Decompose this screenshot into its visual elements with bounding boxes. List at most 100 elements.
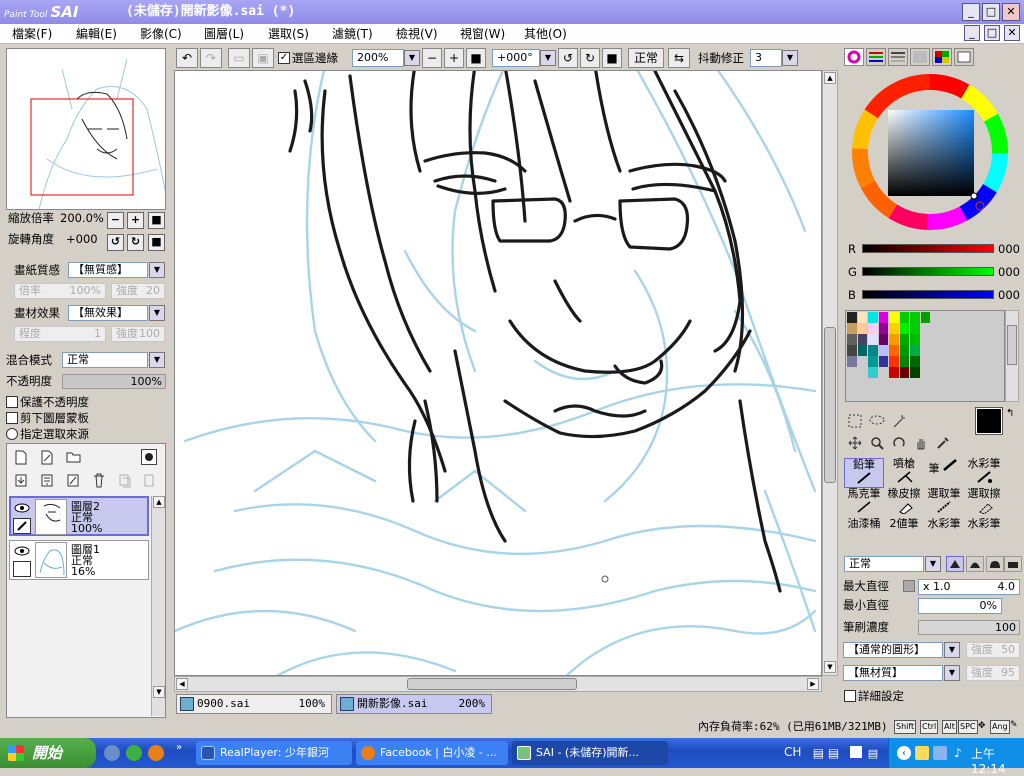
rgb-slider-tab-icon[interactable] (866, 48, 886, 66)
lasso-icon[interactable] (868, 412, 886, 430)
transfer-down-icon[interactable] (13, 472, 29, 488)
zoom-tool-icon[interactable] (868, 434, 886, 452)
palette-swatch[interactable] (857, 367, 867, 378)
maximize-button[interactable]: □ (982, 3, 1000, 21)
drawing-canvas[interactable] (174, 70, 822, 676)
palette-swatch[interactable] (920, 323, 930, 334)
tool-eraser[interactable]: 橡皮擦 (884, 488, 924, 518)
vertical-scroll-thumb[interactable] (824, 327, 836, 483)
palette-swatch[interactable] (920, 356, 930, 367)
magic-wand-icon[interactable] (890, 412, 908, 430)
zoom-in-button[interactable]: + (127, 212, 144, 229)
menu-layer[interactable]: 圖層(L) (204, 26, 244, 42)
clear-layer-icon[interactable] (65, 472, 81, 488)
language-indicator[interactable]: CH (784, 745, 801, 759)
angle-dropdown[interactable]: ▼ (540, 50, 556, 66)
palette-swatch[interactable] (899, 312, 909, 323)
tool-watercolor[interactable]: 水彩筆 (964, 458, 1004, 488)
protect-opacity-checkbox[interactable] (6, 396, 18, 408)
view-mode-button[interactable]: 正常 (628, 48, 664, 68)
angle-select[interactable]: +000° (492, 49, 540, 67)
palette-swatch[interactable] (910, 356, 920, 367)
new-vector-layer-icon[interactable] (39, 449, 55, 465)
menu-view[interactable]: 檢視(V) (396, 26, 438, 42)
palette-swatch[interactable] (857, 356, 867, 367)
color-wheel[interactable] (850, 72, 1010, 232)
menu-select[interactable]: 選取(S) (268, 26, 309, 42)
palette-swatch[interactable] (857, 345, 867, 356)
menu-edit[interactable]: 編輯(E) (76, 26, 117, 42)
scroll-down-icon[interactable]: ▼ (153, 686, 165, 698)
merge-down-icon[interactable] (39, 472, 55, 488)
toolbar-zoom-reset-button[interactable]: ■ (466, 48, 486, 68)
paper-texture-select[interactable]: 【無質感】 (68, 262, 148, 278)
blend-mode-select[interactable]: 正常 (62, 352, 148, 368)
scroll-right-icon[interactable]: ▶ (807, 678, 819, 690)
menu-other[interactable]: 其他(O) (524, 26, 567, 42)
palette-swatch[interactable] (847, 345, 857, 356)
tool-watercolor-3[interactable]: 水彩筆 (964, 518, 1004, 538)
palette-swatch[interactable] (920, 367, 930, 378)
palette-swatch[interactable] (857, 334, 867, 345)
brush-shape-4-icon[interactable] (1004, 556, 1022, 572)
rotate-left-button[interactable]: ↺ (107, 234, 124, 251)
mdi-minimize-button[interactable]: _ (964, 25, 980, 41)
r-value[interactable]: 000 (998, 241, 1020, 257)
browser-quicklaunch-icon[interactable] (126, 745, 142, 761)
doc-tab-0900[interactable]: 0900.sai 100% (176, 694, 332, 714)
layer-mask-icon[interactable] (141, 449, 157, 465)
selection-source-radio[interactable] (6, 428, 18, 440)
blend-mode-dropdown[interactable]: ▼ (149, 352, 165, 368)
invert-selection-button[interactable]: ▣ (252, 48, 274, 68)
palette-swatch[interactable] (847, 356, 857, 367)
network-icon[interactable] (933, 746, 947, 760)
max-size-field[interactable]: x 1.0 4.0 (918, 579, 1020, 595)
stabilizer-select[interactable]: 3 (750, 49, 782, 67)
palette-swatch[interactable] (889, 345, 899, 356)
b-slider[interactable] (862, 290, 994, 299)
redo-button[interactable]: ↷ (200, 48, 222, 68)
tool-pencil[interactable]: 鉛筆 (844, 458, 884, 488)
ime-options-icon[interactable]: ▤ (866, 746, 880, 760)
close-button[interactable]: ✕ (1002, 3, 1020, 21)
task-sai[interactable]: SAI - (未儲存)開新... (512, 741, 668, 765)
primary-color-swatch[interactable] (975, 407, 1003, 435)
zoom-dropdown[interactable]: ▼ (404, 50, 420, 66)
g-slider[interactable] (862, 267, 994, 276)
swatch-tab-icon[interactable] (932, 48, 952, 66)
palette-swatch[interactable] (889, 356, 899, 367)
palette-swatch[interactable] (920, 312, 930, 323)
palette-swatch[interactable] (889, 334, 899, 345)
palette-swatch[interactable] (889, 312, 899, 323)
brush-lock-icon[interactable] (13, 518, 31, 534)
density-slider[interactable]: 100 (918, 620, 1020, 635)
tool-bucket[interactable]: 油漆桶 (844, 518, 884, 538)
detail-settings-checkbox[interactable] (844, 690, 856, 702)
brush-shape-1-icon[interactable] (946, 556, 964, 572)
minimize-button[interactable]: _ (962, 3, 980, 21)
swatch-palette[interactable] (845, 310, 1005, 402)
rotate-tool-icon[interactable] (890, 434, 908, 452)
palette-swatch[interactable] (868, 323, 878, 334)
new-layer-icon[interactable] (13, 449, 29, 465)
tray-expand-icon[interactable]: ‹ (897, 746, 911, 760)
ime-icon[interactable]: ▤ ▤ (806, 746, 846, 760)
scroll-up-icon[interactable]: ▲ (824, 72, 836, 84)
palette-swatch[interactable] (868, 312, 878, 323)
ime-mode-icon[interactable] (850, 746, 862, 758)
navigator-preview[interactable] (6, 48, 168, 220)
r-slider[interactable] (862, 244, 994, 253)
menu-filter[interactable]: 濾鏡(T) (332, 26, 373, 42)
toolbar-rotate-reset-button[interactable]: ■ (602, 48, 622, 68)
menu-window[interactable]: 視窗(W) (460, 26, 505, 42)
rect-select-icon[interactable] (846, 412, 864, 430)
palette-swatch[interactable] (847, 367, 857, 378)
palette-swatch[interactable] (910, 345, 920, 356)
palette-swatch[interactable] (899, 334, 909, 345)
palette-swatch[interactable] (878, 312, 888, 323)
b-value[interactable]: 000 (998, 287, 1020, 303)
brush-shape-dropdown[interactable]: ▼ (944, 642, 960, 658)
palette-swatch[interactable] (878, 334, 888, 345)
menu-file[interactable]: 檔案(F) (12, 26, 52, 42)
brush-shape-select[interactable]: 【通常的圓形】 (843, 642, 943, 658)
